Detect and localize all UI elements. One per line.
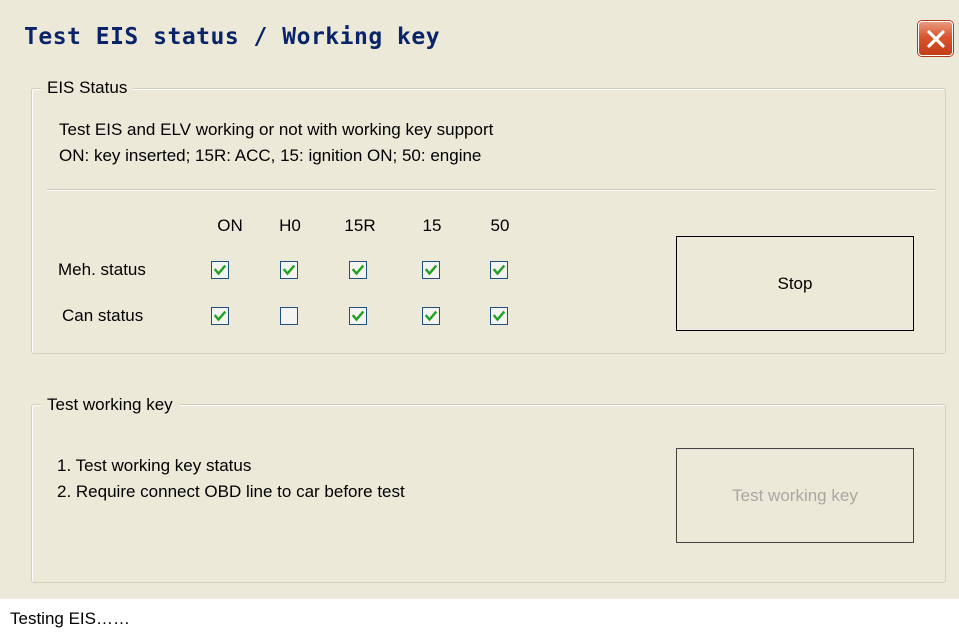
check-icon	[424, 264, 438, 276]
eis-divider	[47, 189, 935, 191]
close-icon	[927, 30, 945, 48]
meh-status-50-checkbox[interactable]	[490, 261, 508, 279]
meh-status-15-checkbox[interactable]	[422, 261, 440, 279]
title-bar[interactable]: Test EIS status / Working key	[0, 0, 959, 78]
check-icon	[424, 310, 438, 322]
test-working-key-button[interactable]: Test working key	[676, 448, 914, 543]
eis-description-line2: ON: key inserted; 15R: ACC, 15: ignition…	[59, 146, 482, 165]
key-step1-text: 1. Test working key status	[57, 456, 252, 475]
window-title: Test EIS status / Working key	[24, 24, 441, 50]
column-header-on: ON	[217, 216, 243, 235]
check-icon	[492, 264, 506, 276]
check-icon	[351, 310, 365, 322]
eis-status-legend: EIS Status	[41, 78, 134, 98]
column-header-15r: 15R	[344, 216, 376, 235]
key-step2-text: 2. Require connect OBD line to car befor…	[57, 482, 405, 501]
check-icon	[492, 310, 506, 322]
can-status-h0-checkbox[interactable]	[280, 307, 298, 325]
meh-status-on-checkbox[interactable]	[211, 261, 229, 279]
column-header-50: 50	[490, 216, 510, 235]
column-header-h0: H0	[279, 216, 301, 235]
can-status-50-checkbox[interactable]	[490, 307, 508, 325]
status-bar: Testing EIS……	[0, 599, 959, 641]
eis-description-line1: Test EIS and ELV working or not with wor…	[59, 120, 494, 139]
meh-status-label: Meh. status	[58, 260, 146, 279]
can-status-15-checkbox[interactable]	[422, 307, 440, 325]
check-icon	[213, 310, 227, 322]
test-working-key-legend: Test working key	[41, 395, 179, 415]
can-status-on-checkbox[interactable]	[211, 307, 229, 325]
dialog-window: Test EIS status / Working key EIS Status…	[0, 0, 959, 641]
check-icon	[351, 264, 365, 276]
check-icon	[282, 264, 296, 276]
check-icon	[213, 264, 227, 276]
column-header-15: 15	[422, 216, 442, 235]
status-text: Testing EIS……	[10, 609, 130, 628]
meh-status-h0-checkbox[interactable]	[280, 261, 298, 279]
close-button[interactable]	[918, 21, 953, 56]
meh-status-15r-checkbox[interactable]	[349, 261, 367, 279]
stop-button[interactable]: Stop	[676, 236, 914, 331]
can-status-15r-checkbox[interactable]	[349, 307, 367, 325]
can-status-label: Can status	[62, 306, 144, 325]
